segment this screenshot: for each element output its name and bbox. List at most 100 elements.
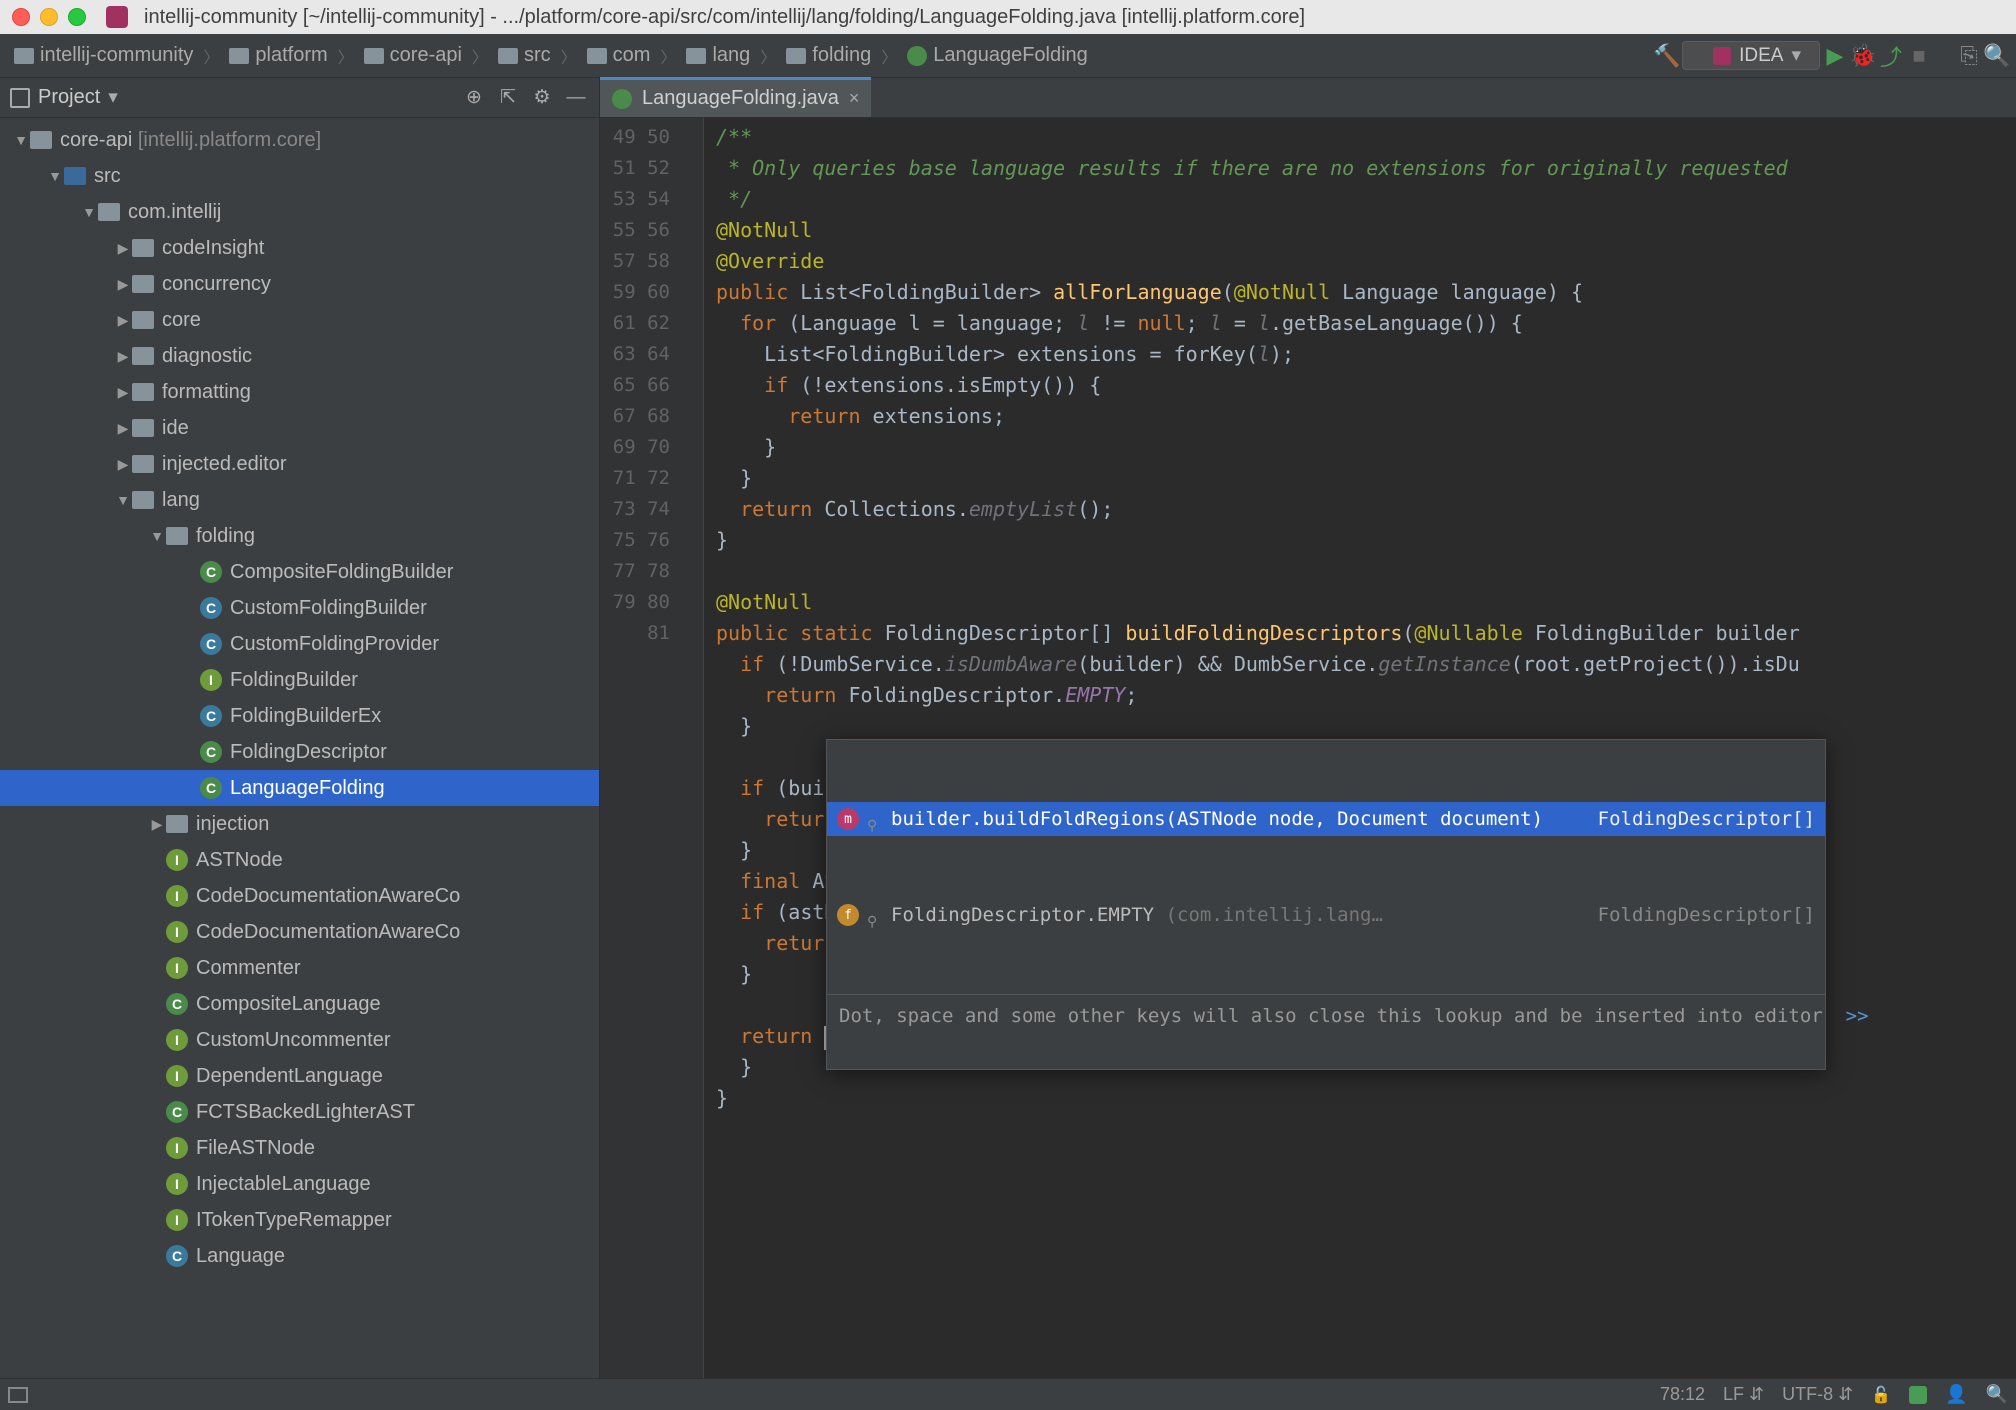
- status-bar: 78:12 LF ⇵ UTF-8 ⇵ 🔓 👤 🔍: [0, 1378, 2016, 1410]
- editor-tabs: LanguageFolding.java ×: [600, 78, 2016, 118]
- completion-signature: builder.buildFoldRegions(ASTNode node, D…: [891, 804, 1590, 835]
- tree-item-class[interactable]: CustomFoldingProvider: [0, 626, 599, 662]
- interface-icon: [166, 1173, 188, 1195]
- project-title[interactable]: Project: [38, 86, 100, 109]
- tree-item-package[interactable]: diagnostic: [0, 338, 599, 374]
- hide-button[interactable]: —: [563, 85, 589, 111]
- tree-item-folder[interactable]: src: [0, 158, 599, 194]
- completion-return-type: FoldingDescriptor[]: [1598, 804, 1815, 835]
- file-encoding[interactable]: UTF-8 ⇵: [1782, 1384, 1853, 1405]
- memory-indicator[interactable]: 👤: [1945, 1384, 1967, 1405]
- breadcrumb-label: platform: [255, 44, 327, 67]
- tree-item-interface[interactable]: InjectableLanguage: [0, 1166, 599, 1202]
- package-icon: [132, 311, 154, 329]
- tree-item-interface[interactable]: FileASTNode: [0, 1130, 599, 1166]
- breadcrumb-item[interactable]: platform: [221, 42, 335, 69]
- window-titlebar: intellij-community [~/intellij-community…: [0, 0, 2016, 34]
- window-minimize-button[interactable]: [40, 8, 58, 26]
- tree-item-package[interactable]: lang: [0, 482, 599, 518]
- tool-window-toggle[interactable]: [8, 1387, 28, 1403]
- completion-hint-link[interactable]: >>: [1846, 1005, 1869, 1027]
- tree-item-interface[interactable]: CustomUncommenter: [0, 1022, 599, 1058]
- tree-item-interface[interactable]: Commenter: [0, 950, 599, 986]
- vcs-update-button[interactable]: ⎘: [1956, 43, 1982, 69]
- completion-item[interactable]: ⚲ FoldingDescriptor.EMPTY (com.intellij.…: [827, 898, 1825, 932]
- breadcrumb-item[interactable]: lang: [678, 42, 758, 69]
- tree-item-module[interactable]: core-api [intellij.platform.core]: [0, 122, 599, 158]
- interface-icon: [166, 921, 188, 943]
- interface-icon: [166, 885, 188, 907]
- tree-item-class[interactable]: CustomFoldingBuilder: [0, 590, 599, 626]
- interface-icon: [166, 957, 188, 979]
- line-separator[interactable]: LF ⇵: [1723, 1384, 1764, 1405]
- tree-item-package[interactable]: codeInsight: [0, 230, 599, 266]
- tree-item-package[interactable]: folding: [0, 518, 599, 554]
- tree-item-class-selected[interactable]: LanguageFolding: [0, 770, 599, 806]
- caret-position[interactable]: 78:12: [1660, 1384, 1705, 1405]
- editor-tab[interactable]: LanguageFolding.java ×: [600, 77, 871, 117]
- tree-item-class[interactable]: Language: [0, 1238, 599, 1274]
- breadcrumb-item[interactable]: intellij-community: [6, 42, 201, 69]
- class-icon: [612, 89, 632, 109]
- package-icon: [132, 455, 154, 473]
- window-close-button[interactable]: [12, 8, 30, 26]
- inspection-indicator[interactable]: [1909, 1386, 1927, 1404]
- tree-item-class[interactable]: FoldingDescriptor: [0, 734, 599, 770]
- tree-item-package[interactable]: injected.editor: [0, 446, 599, 482]
- tree-item-interface[interactable]: DependentLanguage: [0, 1058, 599, 1094]
- tree-item-interface[interactable]: ASTNode: [0, 842, 599, 878]
- gear-icon: ⚙: [533, 86, 550, 109]
- tree-item-interface[interactable]: CodeDocumentationAwareCo: [0, 878, 599, 914]
- tree-item-package[interactable]: core: [0, 302, 599, 338]
- chevron-down-icon[interactable]: ▾: [108, 86, 118, 109]
- debug-button[interactable]: 🐞: [1850, 43, 1876, 69]
- tree-item-package[interactable]: formatting: [0, 374, 599, 410]
- tree-item-package[interactable]: ide: [0, 410, 599, 446]
- folder-icon: [229, 48, 249, 64]
- project-tree[interactable]: core-api [intellij.platform.core] src co…: [0, 118, 599, 1378]
- tree-item-class[interactable]: FCTSBackedLighterAST: [0, 1094, 599, 1130]
- stop-icon: ■: [1912, 43, 1925, 69]
- tree-item-package[interactable]: concurrency: [0, 266, 599, 302]
- search-icon[interactable]: 🔍: [1986, 1384, 2008, 1405]
- line-number-gutter[interactable]: 49 50 51 52 53 54 55 56 57 58 59 60 61 6…: [600, 118, 680, 1378]
- package-icon: [132, 419, 154, 437]
- tree-item-class[interactable]: FoldingBuilderEx: [0, 698, 599, 734]
- settings-button[interactable]: ⚙: [529, 85, 555, 111]
- build-button[interactable]: 🔨: [1654, 43, 1680, 69]
- locate-button[interactable]: ⊕: [461, 85, 487, 111]
- readonly-toggle[interactable]: 🔓: [1871, 1385, 1891, 1405]
- interface-icon: [166, 1065, 188, 1087]
- tree-item-interface[interactable]: ITokenTypeRemapper: [0, 1202, 599, 1238]
- window-zoom-button[interactable]: [68, 8, 86, 26]
- close-icon[interactable]: ×: [849, 88, 860, 109]
- breadcrumb-item[interactable]: src: [490, 42, 559, 69]
- run-button[interactable]: ▶: [1822, 43, 1848, 69]
- tree-item-interface[interactable]: FoldingBuilder: [0, 662, 599, 698]
- bug-icon: 🐞: [1849, 43, 1876, 69]
- package-icon: [132, 383, 154, 401]
- public-icon: ⚲: [867, 811, 883, 827]
- tree-item-package[interactable]: injection: [0, 806, 599, 842]
- package-icon: [132, 239, 154, 257]
- target-icon: ⊕: [466, 86, 482, 109]
- project-tool-window: Project ▾ ⊕ ⇱ ⚙ — core-api [intellij.pla…: [0, 78, 600, 1378]
- tree-item-class[interactable]: CompositeLanguage: [0, 986, 599, 1022]
- tree-item-interface[interactable]: CodeDocumentationAwareCo: [0, 914, 599, 950]
- breadcrumb-item[interactable]: core-api: [356, 42, 470, 69]
- stop-button[interactable]: ■: [1906, 43, 1932, 69]
- collapse-button[interactable]: ⇱: [495, 85, 521, 111]
- coverage-button[interactable]: ⤴: [1878, 43, 1904, 69]
- breadcrumb-item[interactable]: com: [579, 42, 659, 69]
- breadcrumb-item[interactable]: LanguageFolding: [899, 42, 1096, 69]
- code-editor[interactable]: /** * Only queries base language results…: [704, 118, 2016, 1378]
- fold-gutter[interactable]: [680, 118, 704, 1378]
- tree-item-class[interactable]: CompositeFoldingBuilder: [0, 554, 599, 590]
- interface-icon: [166, 1209, 188, 1231]
- breadcrumb-item[interactable]: folding: [778, 42, 879, 69]
- tree-item-package[interactable]: com.intellij: [0, 194, 599, 230]
- completion-item-selected[interactable]: ⚲ builder.buildFoldRegions(ASTNode node,…: [827, 802, 1825, 836]
- search-everywhere-button[interactable]: 🔍: [1984, 43, 2010, 69]
- run-config-selector[interactable]: IDEA▾: [1682, 41, 1820, 70]
- code-completion-popup: ⚲ builder.buildFoldRegions(ASTNode node,…: [826, 739, 1826, 1070]
